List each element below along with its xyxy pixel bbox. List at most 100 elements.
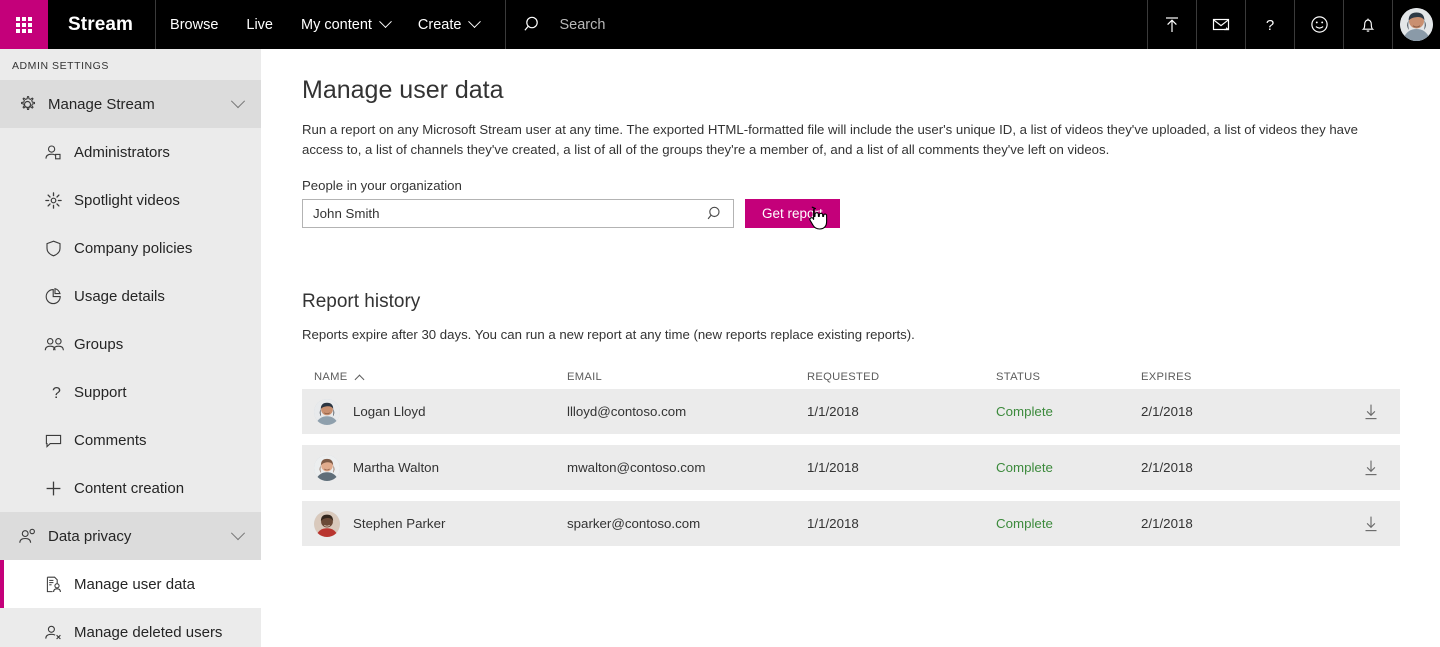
cell-expires: 2/1/2018 [1141,404,1193,419]
report-history-title: Report history [302,291,421,312]
svg-text:?: ? [1266,17,1274,34]
download-report-button[interactable] [1342,515,1400,533]
cell-requested: 1/1/2018 [807,404,859,419]
avatar [314,454,340,481]
brand-logo[interactable]: Stream [48,0,157,49]
help-icon: ? [1266,17,1274,34]
plus-icon [44,479,74,498]
page-description: Run a report on any Microsoft Stream use… [302,122,1358,157]
report-history-description: Reports expire after 30 days. You can ru… [302,327,915,342]
cell-name: Stephen Parker [302,510,567,537]
sidebar-item-manage-user-data[interactable]: Manage user data [0,560,261,608]
cell-name: Martha Walton [302,454,567,481]
download-icon [1365,460,1377,475]
cell-expires: 2/1/2018 [1141,516,1193,531]
nav-link-create[interactable]: Create [404,0,494,49]
user-avatar-button[interactable] [1393,0,1440,49]
cell-name-label: Logan Lloyd [353,404,426,419]
sidebar-item-comments[interactable]: Comments [0,416,261,464]
sidebar-item-spotlight-videos-label: Spotlight videos [74,191,180,209]
person-admin-icon [44,143,74,162]
column-header-name-label: NAME [314,371,348,383]
nav-link-browse-label: Browse [170,16,219,33]
download-report-button[interactable] [1342,459,1400,477]
person-privacy-icon [6,527,48,546]
sidebar-item-support-label: Support [74,383,127,401]
sidebar-item-administrators-label: Administrators [74,143,170,161]
cell-name-label: Stephen Parker [353,516,446,531]
table-row[interactable]: Martha Walton mwalton@contoso.com 1/1/20… [302,445,1400,490]
sidebar-group-data-privacy[interactable]: Data privacy [0,512,261,560]
cell-email: sparker@contoso.com [567,516,701,531]
download-report-button[interactable] [1342,403,1400,421]
report-request-row: Get report [302,199,1440,228]
avatar [314,398,340,425]
bell-icon [1361,18,1375,32]
cell-name-label: Martha Walton [353,460,439,475]
global-search-input[interactable]: Search [505,0,1148,49]
sidebar-item-content-creation-label: Content creation [74,479,185,497]
sidebar-item-content-creation[interactable]: Content creation [0,464,261,512]
notification-button[interactable] [1344,0,1393,49]
column-header-expires[interactable]: EXPIRES [1141,371,1342,383]
nav-link-live[interactable]: Live [232,0,287,49]
column-header-email[interactable]: EMAIL [567,371,807,383]
nav-link-my-content[interactable]: My content [287,0,404,49]
feedback-button[interactable] [1295,0,1344,49]
cell-email: mwalton@contoso.com [567,460,706,475]
people-icon [44,335,74,354]
document-person-icon [44,575,74,594]
table-header-row: NAME EMAIL REQUESTED STATUS EXPIRES [302,365,1400,389]
person-remove-icon [44,623,74,642]
get-report-button[interactable]: Get report [745,199,840,228]
table-row[interactable]: Logan Lloyd llloyd@contoso.com 1/1/2018 … [302,389,1400,434]
cell-email: llloyd@contoso.com [567,404,687,419]
page-title: Manage user data [302,76,504,104]
pie-chart-icon [44,287,74,306]
sidebar-item-manage-deleted-users[interactable]: Manage deleted users [0,608,261,647]
svg-text:?: ? [52,385,61,402]
search-icon[interactable] [707,205,733,222]
sidebar-item-groups-label: Groups [74,335,124,353]
status-badge: Complete [996,516,1053,531]
sidebar-item-spotlight-videos[interactable]: Spotlight videos [0,176,261,224]
sidebar-item-administrators[interactable]: Administrators [0,128,261,176]
sidebar-item-support[interactable]: ? Support [0,368,261,416]
upload-button[interactable] [1148,0,1197,49]
people-search-input[interactable] [303,205,707,222]
sidebar-item-company-policies-label: Company policies [74,239,193,257]
avatar [314,510,340,537]
column-header-requested[interactable]: REQUESTED [807,371,996,383]
sidebar-item-manage-deleted-users-label: Manage deleted users [74,623,223,641]
help-button[interactable]: ? [1246,0,1295,49]
sidebar-item-usage-details[interactable]: Usage details [0,272,261,320]
sidebar-item-groups[interactable]: Groups [0,320,261,368]
chevron-down-icon [230,94,246,109]
cell-requested: 1/1/2018 [807,460,859,475]
status-badge: Complete [996,404,1053,419]
column-header-status[interactable]: STATUS [996,371,1141,383]
feedback-smiley-icon [1310,16,1328,33]
app-launcher-button[interactable] [0,0,48,49]
nav-link-my-content-label: My content [301,16,372,33]
shield-icon [44,239,74,258]
sidebar-item-usage-details-label: Usage details [74,287,165,305]
spotlight-icon [44,191,74,210]
table-row[interactable]: Stephen Parker sparker@contoso.com 1/1/2… [302,501,1400,546]
sidebar-section-label: ADMIN SETTINGS [12,60,109,72]
sidebar-group-manage-stream[interactable]: Manage Stream [0,80,261,128]
cell-expires: 2/1/2018 [1141,460,1193,475]
upload-icon [1166,16,1178,32]
gear-icon [6,95,48,114]
people-search-label: People in your organization [302,178,462,193]
people-search-box[interactable] [302,199,734,228]
sidebar-item-manage-user-data-label: Manage user data [74,575,195,593]
main-content: Manage user data Run a report on any Mic… [261,49,1440,647]
column-header-name[interactable]: NAME [302,371,567,384]
chevron-down-icon [230,526,246,541]
nav-link-live-label: Live [246,16,273,33]
sidebar-item-company-policies[interactable]: Company policies [0,224,261,272]
search-icon [524,15,543,34]
nav-link-browse[interactable]: Browse [156,0,232,49]
mail-button[interactable] [1197,0,1246,49]
